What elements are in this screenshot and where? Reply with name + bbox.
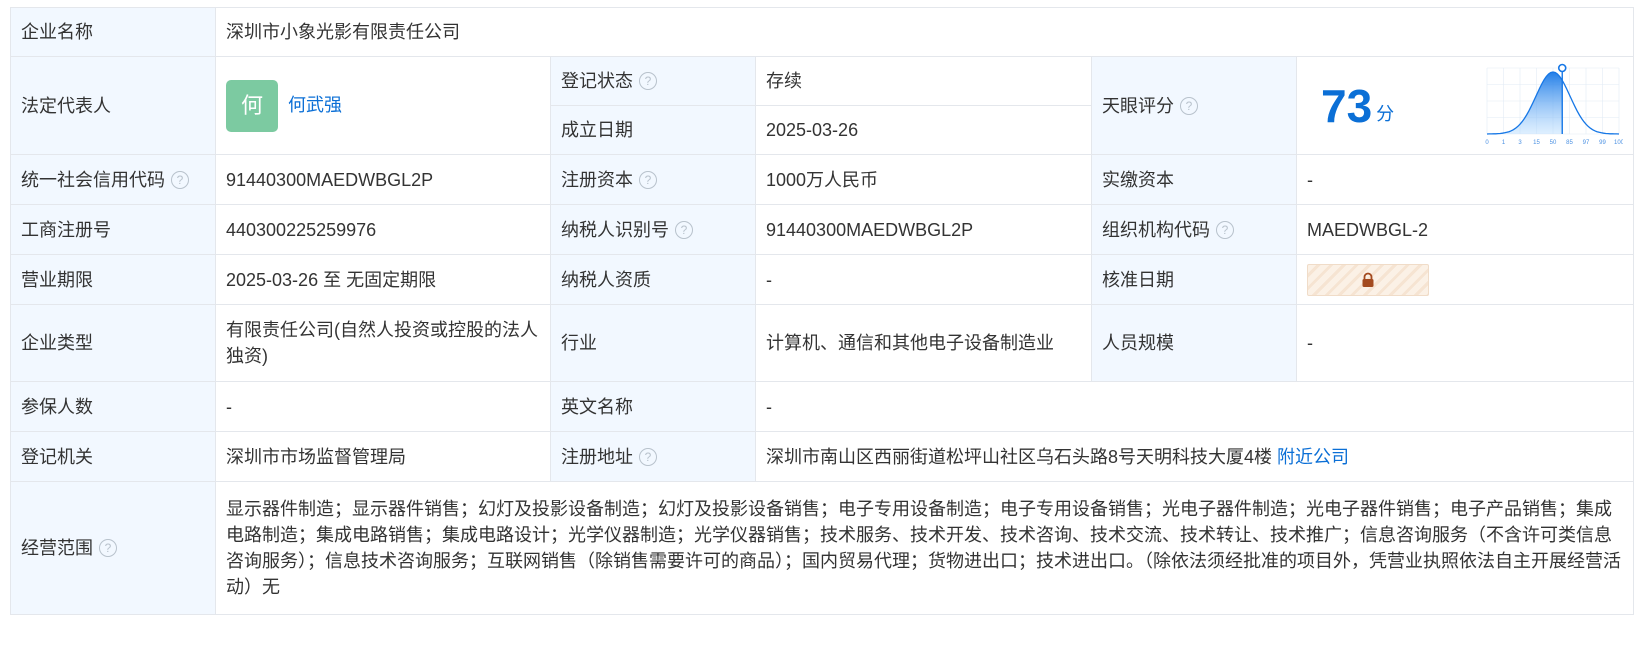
score-tick-label: 97 <box>1583 140 1590 146</box>
help-icon[interactable]: ? <box>99 539 117 557</box>
approve-date-cell <box>1296 254 1634 305</box>
staff-size-value: - <box>1296 304 1634 382</box>
help-icon[interactable]: ? <box>639 447 657 466</box>
tianyan-label: 天眼评分 <box>1102 95 1174 116</box>
tianyan-label-cell: 天眼评分? <box>1091 56 1297 155</box>
help-icon[interactable]: ? <box>1216 220 1234 239</box>
table-row: 营业期限 2025-03-26 至 无固定期限 纳税人资质 - 核准日期 <box>10 254 1634 305</box>
reg-address-label: 注册地址 <box>561 446 633 467</box>
reg-authority-value: 深圳市市场监督管理局 <box>215 431 551 482</box>
paid-capital-value: - <box>1296 154 1634 205</box>
tianyan-score-cell[interactable]: 73 分 0 1 3 15 50 85 97 99 100 <box>1296 56 1634 155</box>
taxpayer-id-label-cell: 纳税人识别号? <box>550 204 756 255</box>
table-row: 经营范围? 显示器件制造；显示器件销售；幻灯及投影设备制造；幻灯及投影设备销售；… <box>10 481 1634 615</box>
score-tick-label: 100 <box>1614 140 1623 146</box>
help-icon[interactable]: ? <box>171 170 189 189</box>
score-tick-label: 0 <box>1485 140 1489 146</box>
found-date-value: 2025-03-26 <box>755 105 1092 155</box>
biz-term-label: 营业期限 <box>10 254 216 305</box>
help-icon[interactable]: ? <box>639 170 657 189</box>
credit-code-label-cell: 统一社会信用代码? <box>10 154 216 205</box>
score-tick-label: 50 <box>1550 140 1557 146</box>
credit-code-value: 91440300MAEDWBGL2P <box>215 154 551 205</box>
paid-capital-label: 实缴资本 <box>1091 154 1297 205</box>
taxpayer-id-label: 纳税人识别号 <box>561 219 669 240</box>
reg-capital-label-cell: 注册资本? <box>550 154 756 205</box>
help-icon[interactable]: ? <box>1180 96 1198 115</box>
company-name-label: 企业名称 <box>10 7 216 57</box>
lock-icon <box>1362 272 1374 287</box>
help-icon[interactable]: ? <box>675 220 693 239</box>
taxpayer-id-value: 91440300MAEDWBGL2P <box>755 204 1092 255</box>
approve-date-locked[interactable] <box>1307 263 1429 296</box>
reg-status-value: 存续 <box>755 56 1092 106</box>
org-code-value: MAEDWBGL-2 <box>1296 204 1634 255</box>
score-tick-label: 1 <box>1502 140 1506 146</box>
org-code-label: 组织机构代码 <box>1102 219 1210 240</box>
biz-scope-label-cell: 经营范围? <box>10 481 216 615</box>
reg-authority-label: 登记机关 <box>10 431 216 482</box>
tianyan-score-unit: 分 <box>1376 104 1395 125</box>
taxpayer-qual-value: - <box>755 254 1092 305</box>
table-row: 企业名称 深圳市小象光影有限责任公司 <box>10 7 1634 57</box>
reg-status-label: 登记状态 <box>561 71 633 91</box>
table-row: 法定代表人 何何武强 登记状态? 存续 天眼评分? 73 分 0 1 3 15 … <box>10 56 1634 155</box>
legal-rep-label: 法定代表人 <box>10 56 216 155</box>
reg-status-label-cell: 登记状态? <box>550 56 756 106</box>
score-tick-label: 3 <box>1518 140 1522 146</box>
company-type-label: 企业类型 <box>10 304 216 382</box>
english-name-label: 英文名称 <box>550 381 756 432</box>
company-type-value: 有限责任公司(自然人投资或控股的法人独资) <box>215 304 551 382</box>
org-code-label-cell: 组织机构代码? <box>1091 204 1297 255</box>
insured-label: 参保人数 <box>10 381 216 432</box>
biz-scope-value: 显示器件制造；显示器件销售；幻灯及投影设备制造；幻灯及投影设备销售；电子专用设备… <box>215 481 1634 615</box>
insured-value: - <box>215 381 551 432</box>
score-distribution-chart: 0 1 3 15 50 85 97 99 100 <box>1485 63 1623 146</box>
found-date-label: 成立日期 <box>550 105 756 155</box>
score-tick-label: 85 <box>1566 140 1573 146</box>
reg-capital-label: 注册资本 <box>561 169 633 190</box>
table-row: 统一社会信用代码? 91440300MAEDWBGL2P 注册资本? 1000万… <box>10 154 1634 205</box>
company-name-value: 深圳市小象光影有限责任公司 <box>215 7 1634 57</box>
biz-scope-label: 经营范围 <box>21 538 93 558</box>
english-name-value: - <box>755 381 1634 432</box>
legal-rep-link[interactable]: 何武强 <box>288 94 342 114</box>
staff-size-label: 人员规模 <box>1091 304 1297 382</box>
legal-rep-cell: 何何武强 <box>215 56 551 155</box>
score-tick-label: 15 <box>1533 140 1540 146</box>
table-row: 企业类型 有限责任公司(自然人投资或控股的法人独资) 行业 计算机、通信和其他电… <box>10 304 1634 382</box>
reg-address-label-cell: 注册地址? <box>550 431 756 482</box>
nearby-companies-link[interactable]: 附近公司 <box>1277 447 1349 467</box>
credit-code-label: 统一社会信用代码 <box>21 169 165 190</box>
avatar[interactable]: 何 <box>226 79 278 132</box>
table-row: 参保人数 - 英文名称 - <box>10 381 1634 432</box>
table-row: 登记机关 深圳市市场监督管理局 注册地址? 深圳市南山区西丽街道松坪山社区乌石头… <box>10 431 1634 482</box>
approve-date-label: 核准日期 <box>1091 254 1297 305</box>
score-tick-label: 99 <box>1599 140 1606 146</box>
taxpayer-qual-label: 纳税人资质 <box>550 254 756 305</box>
industry-label: 行业 <box>550 304 756 382</box>
help-icon[interactable]: ? <box>639 72 657 90</box>
reg-capital-value: 1000万人民币 <box>755 154 1092 205</box>
tianyan-score: 73 <box>1321 79 1373 132</box>
industry-value: 计算机、通信和其他电子设备制造业 <box>755 304 1092 382</box>
reg-address-value: 深圳市南山区西丽街道松坪山社区乌石头路8号天明科技大厦4楼 <box>766 446 1273 467</box>
table-row: 工商注册号 440300225259976 纳税人识别号? 91440300MA… <box>10 204 1634 255</box>
biz-reg-no-value: 440300225259976 <box>215 204 551 255</box>
biz-term-value: 2025-03-26 至 无固定期限 <box>215 254 551 305</box>
company-info-table: 企业名称 深圳市小象光影有限责任公司 法定代表人 何何武强 登记状态? 存续 天… <box>10 7 1634 615</box>
reg-address-cell: 深圳市南山区西丽街道松坪山社区乌石头路8号天明科技大厦4楼 附近公司 <box>755 431 1634 482</box>
biz-reg-no-label: 工商注册号 <box>10 204 216 255</box>
